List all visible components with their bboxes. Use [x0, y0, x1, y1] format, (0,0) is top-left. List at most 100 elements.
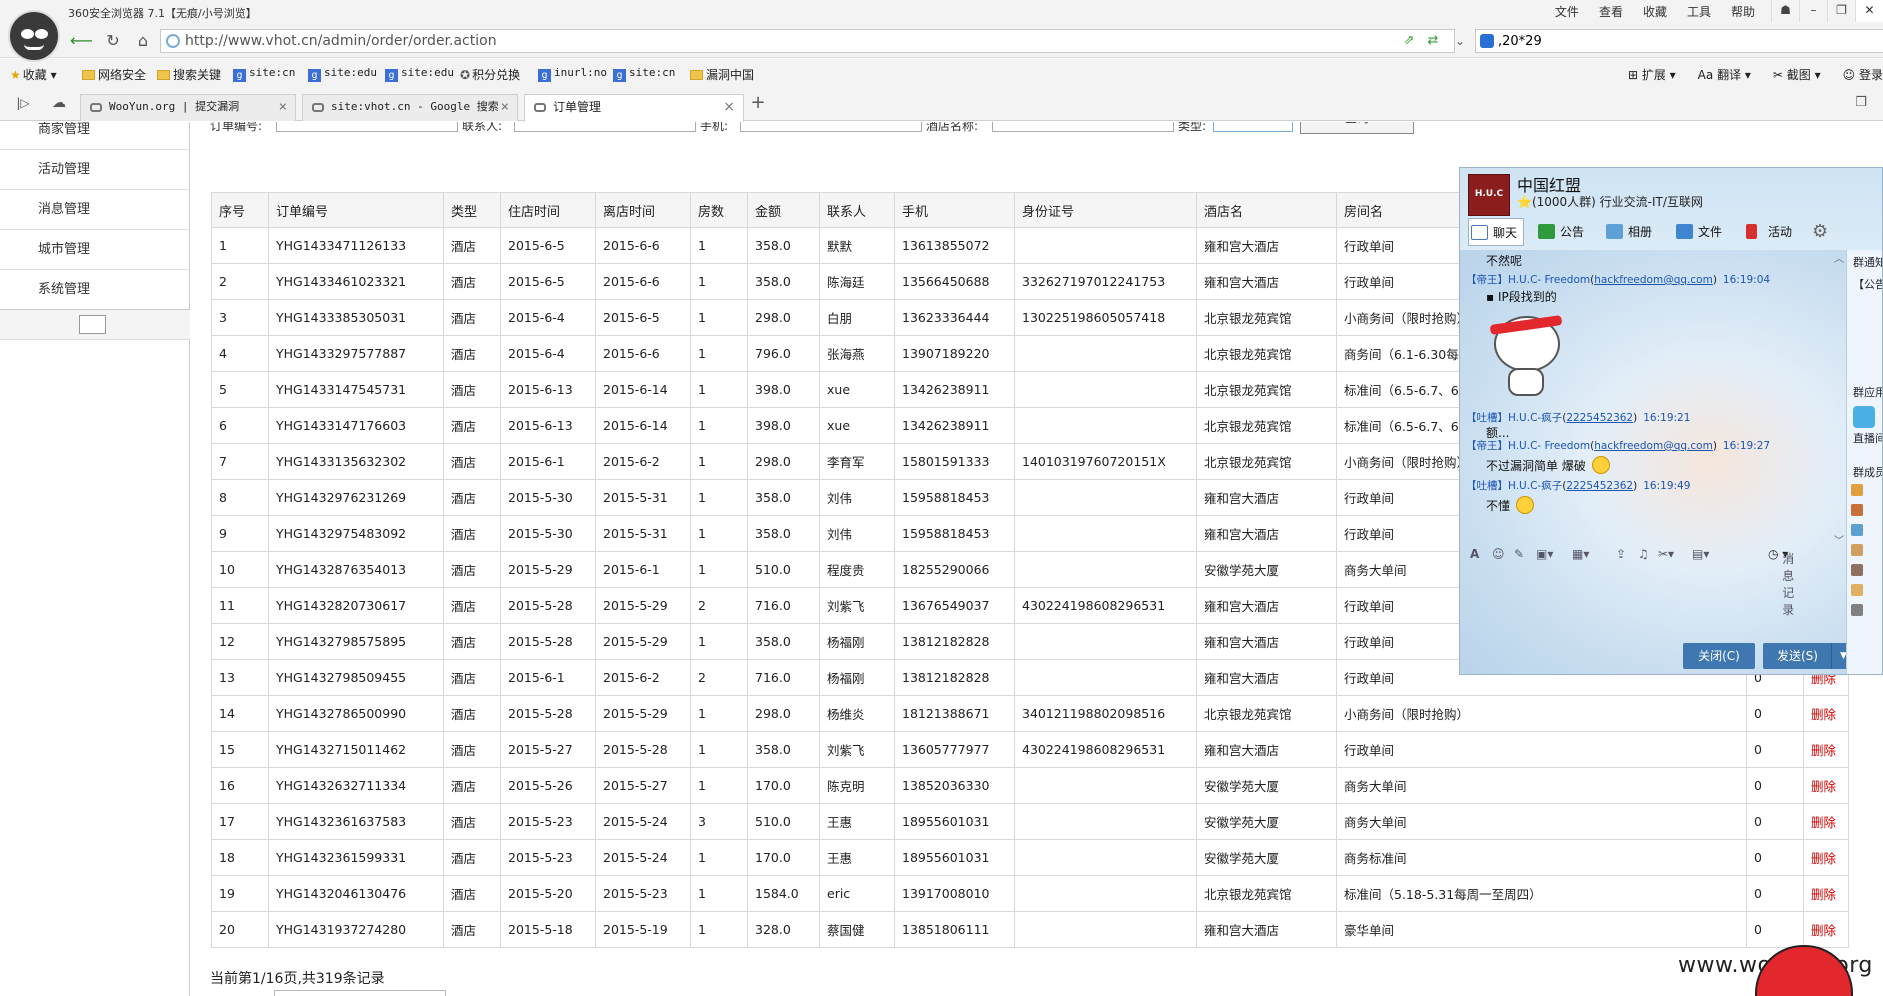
magic-icon[interactable]: ✎ — [1514, 547, 1524, 561]
menu-help[interactable]: 帮助 — [1731, 3, 1755, 20]
share-icon[interactable]: ⇗ — [1398, 31, 1420, 53]
chat-tab-notice[interactable]: 公告 — [1536, 218, 1584, 246]
member-avatar[interactable] — [1851, 524, 1863, 536]
login-button[interactable]: ☺ 登录 — [1843, 66, 1883, 83]
bookmark-item[interactable]: g site:cn — [233, 66, 295, 82]
delete-link[interactable]: 删除 — [1803, 875, 1849, 912]
hotel-input[interactable] — [992, 122, 1174, 132]
restore-tabs-icon[interactable]: ❐ — [1850, 93, 1872, 115]
contact-input[interactable] — [514, 122, 696, 132]
gift-icon[interactable]: ▣▾ — [1536, 547, 1553, 561]
more-icon[interactable]: ▤▾ — [1692, 547, 1709, 561]
delete-link[interactable]: 删除 — [1803, 695, 1849, 732]
home-icon[interactable]: ⌂ — [132, 31, 154, 53]
bookmark-item[interactable]: g inurl:no — [538, 66, 607, 82]
chat-close-button[interactable]: 关闭(C) — [1683, 643, 1755, 669]
new-tab-button[interactable]: + — [747, 93, 769, 115]
member-avatar[interactable] — [1851, 484, 1863, 496]
live-app-icon[interactable] — [1853, 406, 1875, 428]
member-avatar[interactable] — [1851, 564, 1863, 576]
cell-col-checkin: 2015-5-28 — [500, 695, 596, 732]
extensions-button[interactable]: ⊞ 扩展 ▾ — [1628, 66, 1676, 83]
sync-icon[interactable]: ⇄ — [1422, 31, 1444, 53]
collapse-up-icon[interactable]: ︿ — [1834, 250, 1844, 265]
menu-file[interactable]: 文件 — [1555, 3, 1579, 20]
phone-input[interactable] — [740, 122, 922, 132]
cell-col-phone: 13851806111 — [894, 911, 1015, 948]
close-tab-icon[interactable]: × — [279, 95, 287, 119]
favorites-menu[interactable]: ★ 收藏 ▾ — [10, 66, 57, 83]
tab-order-management[interactable]: 订单管理 × — [524, 94, 744, 122]
screenshot-button[interactable]: ✂ 截图 ▾ — [1773, 66, 1821, 83]
upload-icon[interactable]: ⇪ — [1616, 547, 1626, 561]
bookmark-item[interactable]: 漏洞中国 — [690, 66, 754, 83]
group-avatar[interactable]: H.U.C — [1468, 174, 1510, 216]
sidebar-toggle-icon[interactable]: |▷ — [12, 93, 34, 115]
browser-logo-icon[interactable] — [8, 10, 60, 62]
member-avatar[interactable] — [1851, 584, 1863, 596]
bookmark-item[interactable]: 网络安全 — [82, 66, 146, 83]
search-box[interactable] — [1475, 29, 1883, 53]
cell-col-amount: 358.0 — [747, 731, 820, 768]
url-text[interactable]: http://www.vhot.cn/admin/order/order.act… — [185, 33, 497, 49]
translate-button[interactable]: Aa 翻译 ▾ — [1698, 66, 1751, 83]
refresh-icon[interactable]: ↻ — [102, 31, 124, 53]
chevron-down-icon[interactable]: ⌄ — [1449, 31, 1471, 53]
sidebar-item-merchants[interactable]: 商家管理 — [0, 122, 190, 150]
member-avatar[interactable] — [1851, 504, 1863, 516]
member-avatar[interactable] — [1851, 544, 1863, 556]
chat-tab-files[interactable]: 文件 — [1674, 218, 1722, 246]
maximize-button[interactable]: ❐ — [1827, 0, 1855, 22]
bookmark-item[interactable]: g site:edu — [308, 66, 377, 82]
live-room-label[interactable]: 直播间 — [1853, 430, 1882, 446]
music-icon[interactable]: ♫ — [1638, 547, 1649, 561]
message-history-button[interactable]: ◷ 消息记录 ▾ — [1768, 547, 1794, 617]
chat-tab-album[interactable]: 相册 — [1604, 218, 1652, 246]
minimize-button[interactable]: – — [1799, 0, 1827, 22]
pagination-controls[interactable] — [274, 990, 446, 996]
close-tab-icon[interactable]: × — [723, 95, 735, 119]
back-arrow-icon[interactable]: ⟵ — [70, 31, 93, 53]
delete-link[interactable]: 删除 — [1803, 911, 1849, 948]
close-tab-icon[interactable]: × — [501, 95, 509, 119]
font-icon[interactable]: A — [1470, 547, 1479, 561]
emoji-icon[interactable]: ☺ — [1492, 547, 1505, 561]
search-input[interactable] — [1498, 32, 1868, 50]
menu-favorites[interactable]: 收藏 — [1643, 3, 1667, 20]
tab-google[interactable]: site:vhot.cn - Google 搜索 × — [302, 94, 518, 121]
chat-tab-activities[interactable]: 活动 — [1744, 218, 1792, 246]
scissors-icon[interactable]: ✂▾ — [1658, 547, 1674, 561]
cell-col-order-no: YHG1432632711334 — [268, 767, 444, 804]
image-icon[interactable]: ▦▾ — [1572, 547, 1589, 561]
cell-col-rooms: 1 — [690, 479, 748, 516]
chat-tab-chat[interactable]: 聊天 — [1468, 218, 1525, 246]
sidebar-collapse-button[interactable] — [79, 315, 106, 334]
order-no-input[interactable] — [276, 122, 458, 132]
bookmark-item[interactable]: g site:cn — [613, 66, 675, 82]
close-window-button[interactable]: ✕ — [1855, 0, 1883, 22]
delete-link[interactable]: 删除 — [1803, 803, 1849, 840]
sidebar-item-messages[interactable]: 消息管理 — [0, 190, 190, 230]
menu-view[interactable]: 查看 — [1599, 3, 1623, 20]
type-select[interactable] — [1213, 122, 1293, 132]
delete-link[interactable]: 删除 — [1803, 839, 1849, 876]
sidebar-item-activities[interactable]: 活动管理 — [0, 150, 190, 190]
member-avatar[interactable] — [1851, 604, 1863, 616]
menu-tools[interactable]: 工具 — [1687, 3, 1711, 20]
bookmark-item[interactable]: ✪ 积分兑换 — [460, 66, 520, 83]
header-col-rooms: 房数 — [690, 192, 748, 228]
sidebar-item-system[interactable]: 系统管理 — [0, 270, 190, 310]
url-field[interactable]: http://www.vhot.cn/admin/order/order.act… — [160, 29, 1455, 53]
settings-gear-icon[interactable]: ⚙ — [1812, 221, 1828, 242]
sidebar-item-cities[interactable]: 城市管理 — [0, 230, 190, 270]
skin-icon[interactable]: ☗ — [1771, 0, 1799, 22]
bookmark-item[interactable]: 搜索关键 — [157, 66, 221, 83]
cell-col-rooms: 1 — [690, 839, 748, 876]
delete-link[interactable]: 删除 — [1803, 767, 1849, 804]
bookmark-item[interactable]: g site:edu — [385, 66, 454, 82]
query-button[interactable]: 查询 — [1300, 122, 1414, 134]
cloud-icon[interactable]: ☁ — [48, 93, 70, 115]
tab-wooyun[interactable]: WooYun.org | 提交漏洞 × — [80, 94, 296, 121]
chat-send-button[interactable]: 发送(S) ▼ — [1763, 643, 1855, 669]
delete-link[interactable]: 删除 — [1803, 731, 1849, 768]
